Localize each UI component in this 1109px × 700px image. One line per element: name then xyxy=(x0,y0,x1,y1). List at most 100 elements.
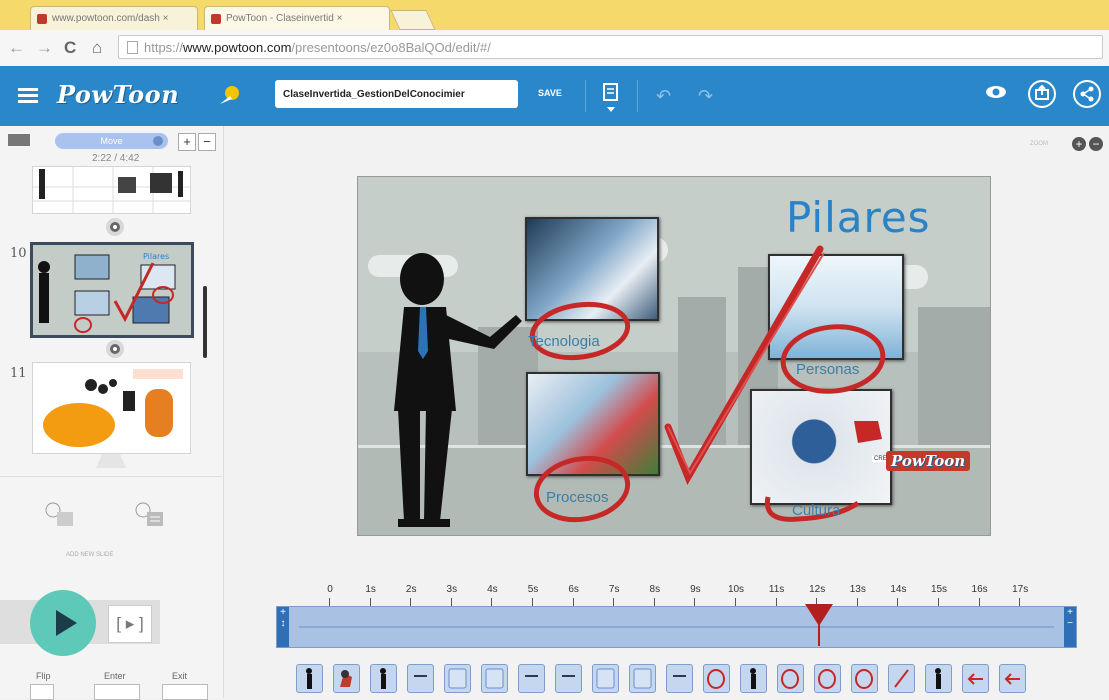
powtoon-favicon xyxy=(37,14,47,24)
home-icon[interactable]: ⌂ xyxy=(92,38,102,58)
timeline-tick-label: 1s xyxy=(358,584,384,595)
add-new-slide-label: ADD NEW SLIDE xyxy=(66,552,113,558)
browser-tab-dashboard[interactable]: www.powtoon.com/dash × xyxy=(30,6,198,30)
playhead-marker[interactable] xyxy=(805,604,833,626)
timeline-tick-label: 14s xyxy=(885,584,911,595)
svg-text:Pilares: Pilares xyxy=(143,252,169,261)
slide-thumbnail[interactable] xyxy=(32,166,191,214)
circle-marker-object-icon[interactable] xyxy=(777,664,804,693)
url-path: /presentoons/ez0o8BalQOd/edit/#/ xyxy=(291,40,490,55)
exit-label: Exit xyxy=(172,671,187,681)
timeline-tick-label: 9s xyxy=(682,584,708,595)
label-personas[interactable]: Personas xyxy=(796,361,859,378)
timeline-tick-label: 3s xyxy=(439,584,465,595)
url-host: www.powtoon.com xyxy=(183,40,291,55)
image-object-icon[interactable] xyxy=(592,664,619,693)
timeline-tick-label: 11s xyxy=(764,584,790,595)
timeline-tick-label: 13s xyxy=(845,584,871,595)
timeline-tick-label: 6s xyxy=(561,584,587,595)
figure-object-icon[interactable] xyxy=(370,664,397,693)
zoom-out-icon[interactable]: − xyxy=(1089,137,1103,151)
document-export-icon[interactable] xyxy=(603,82,619,114)
url-input[interactable]: https://www.powtoon.com/presentoons/ez0o… xyxy=(118,35,1103,59)
timeline-tick-label: 10s xyxy=(723,584,749,595)
figure-object-icon[interactable] xyxy=(296,664,323,693)
powtoon-favicon xyxy=(211,14,221,24)
timeline-ruler[interactable]: 01s2s3s4s5s6s7s8s9s10s11s12s13s14s15s16s… xyxy=(318,584,1050,606)
forward-arrow-icon[interactable]: → xyxy=(36,38,53,58)
line-object-icon[interactable] xyxy=(666,664,693,693)
export-icon[interactable] xyxy=(1028,80,1056,108)
timeline-tick-label: 7s xyxy=(601,584,627,595)
url-prefix: https:// xyxy=(144,40,183,55)
timeline-tick-label: 4s xyxy=(479,584,505,595)
image-object-icon[interactable] xyxy=(629,664,656,693)
arrow-object-icon[interactable] xyxy=(999,664,1026,693)
image-object-icon[interactable] xyxy=(481,664,508,693)
undo-icon[interactable]: ↶ xyxy=(656,86,671,107)
menu-icon[interactable] xyxy=(18,88,38,104)
arrow-object-icon[interactable] xyxy=(962,664,989,693)
browser-tab-editor[interactable]: PowToon - Claseinvertid × xyxy=(204,6,390,30)
timeline-tick-label: 5s xyxy=(520,584,546,595)
timeline-tick-label: 12s xyxy=(804,584,830,595)
label-tecnologia[interactable]: Tecnologia xyxy=(528,333,600,350)
header-divider xyxy=(585,80,586,112)
timeline-objects-strip xyxy=(286,659,1046,698)
slide-title[interactable]: Pilares xyxy=(786,193,931,242)
move-mode-toggle[interactable]: Move xyxy=(55,133,168,149)
share-icon[interactable] xyxy=(1073,80,1101,108)
timeline-waveform xyxy=(299,626,1054,628)
zoom-label: ZOOM xyxy=(1030,141,1048,147)
slide-thumbnail[interactable] xyxy=(32,362,191,454)
line-object-icon[interactable] xyxy=(555,664,582,693)
check-marker-object-icon[interactable] xyxy=(888,664,915,693)
presentation-title-input[interactable]: ClaseInvertida_GestionDelConocimier xyxy=(275,80,518,108)
slides-scrollbar[interactable] xyxy=(203,286,207,358)
timeline-tick-label: 2s xyxy=(398,584,424,595)
figure-object-icon[interactable] xyxy=(740,664,767,693)
slide-number: 10 xyxy=(10,246,27,261)
hand-object-icon[interactable] xyxy=(333,664,360,693)
slide-canvas[interactable]: Pilares Tecnologia Personas Procesos Cul… xyxy=(357,176,991,536)
panel-divider xyxy=(0,476,222,477)
powtoon-watermark: PowToon xyxy=(886,451,970,471)
line-object-icon[interactable] xyxy=(518,664,545,693)
timeline-tick-label: 17s xyxy=(1007,584,1033,595)
add-blank-slide-icon[interactable] xyxy=(42,500,78,530)
figure-object-icon[interactable] xyxy=(925,664,952,693)
circle-marker-object-icon[interactable] xyxy=(851,664,878,693)
zoom-in-icon[interactable]: + xyxy=(1072,137,1086,151)
circle-marker-object-icon[interactable] xyxy=(814,664,841,693)
label-procesos[interactable]: Procesos xyxy=(546,489,609,506)
label-cultura[interactable]: Cultura xyxy=(792,502,840,519)
zoom-in-slides-button[interactable]: + xyxy=(178,133,196,151)
lightbulb-icon[interactable] xyxy=(218,82,244,108)
move-mode-label: Move xyxy=(100,136,122,146)
slide-thumbnail-selected[interactable]: Pilares xyxy=(30,242,194,338)
tab-label: www.powtoon.com/dash × xyxy=(52,13,168,24)
line-object-icon[interactable] xyxy=(407,664,434,693)
reload-icon[interactable]: C xyxy=(64,38,76,58)
play-button[interactable] xyxy=(30,590,96,656)
slides-view-icon[interactable] xyxy=(8,134,30,146)
page-icon xyxy=(127,41,138,54)
redo-icon[interactable]: ↷ xyxy=(698,86,713,107)
timeline-right-handle[interactable]: +− xyxy=(1064,607,1076,647)
timeline-track[interactable]: +↕ +− xyxy=(276,606,1077,648)
image-object-icon[interactable] xyxy=(444,664,471,693)
preview-eye-icon[interactable] xyxy=(985,84,1007,100)
timeline-left-handle[interactable]: +↕ xyxy=(277,607,289,647)
save-button[interactable]: SAVE xyxy=(538,88,562,98)
timeline-tick-label: 15s xyxy=(926,584,952,595)
back-arrow-icon[interactable]: ← xyxy=(8,38,25,58)
zoom-out-slides-button[interactable]: − xyxy=(198,133,216,151)
insert-slide-icon[interactable] xyxy=(106,340,124,358)
insert-slide-icon[interactable] xyxy=(106,218,124,236)
timeline-tick-label: 0 xyxy=(317,584,343,595)
slide-timecode: 2:22 / 4:42 xyxy=(92,153,139,164)
play-slide-button[interactable]: [ ▸ ] xyxy=(108,605,152,643)
new-tab-button[interactable] xyxy=(390,10,435,30)
add-template-slide-icon[interactable] xyxy=(132,500,168,530)
circle-marker-object-icon[interactable] xyxy=(703,664,730,693)
